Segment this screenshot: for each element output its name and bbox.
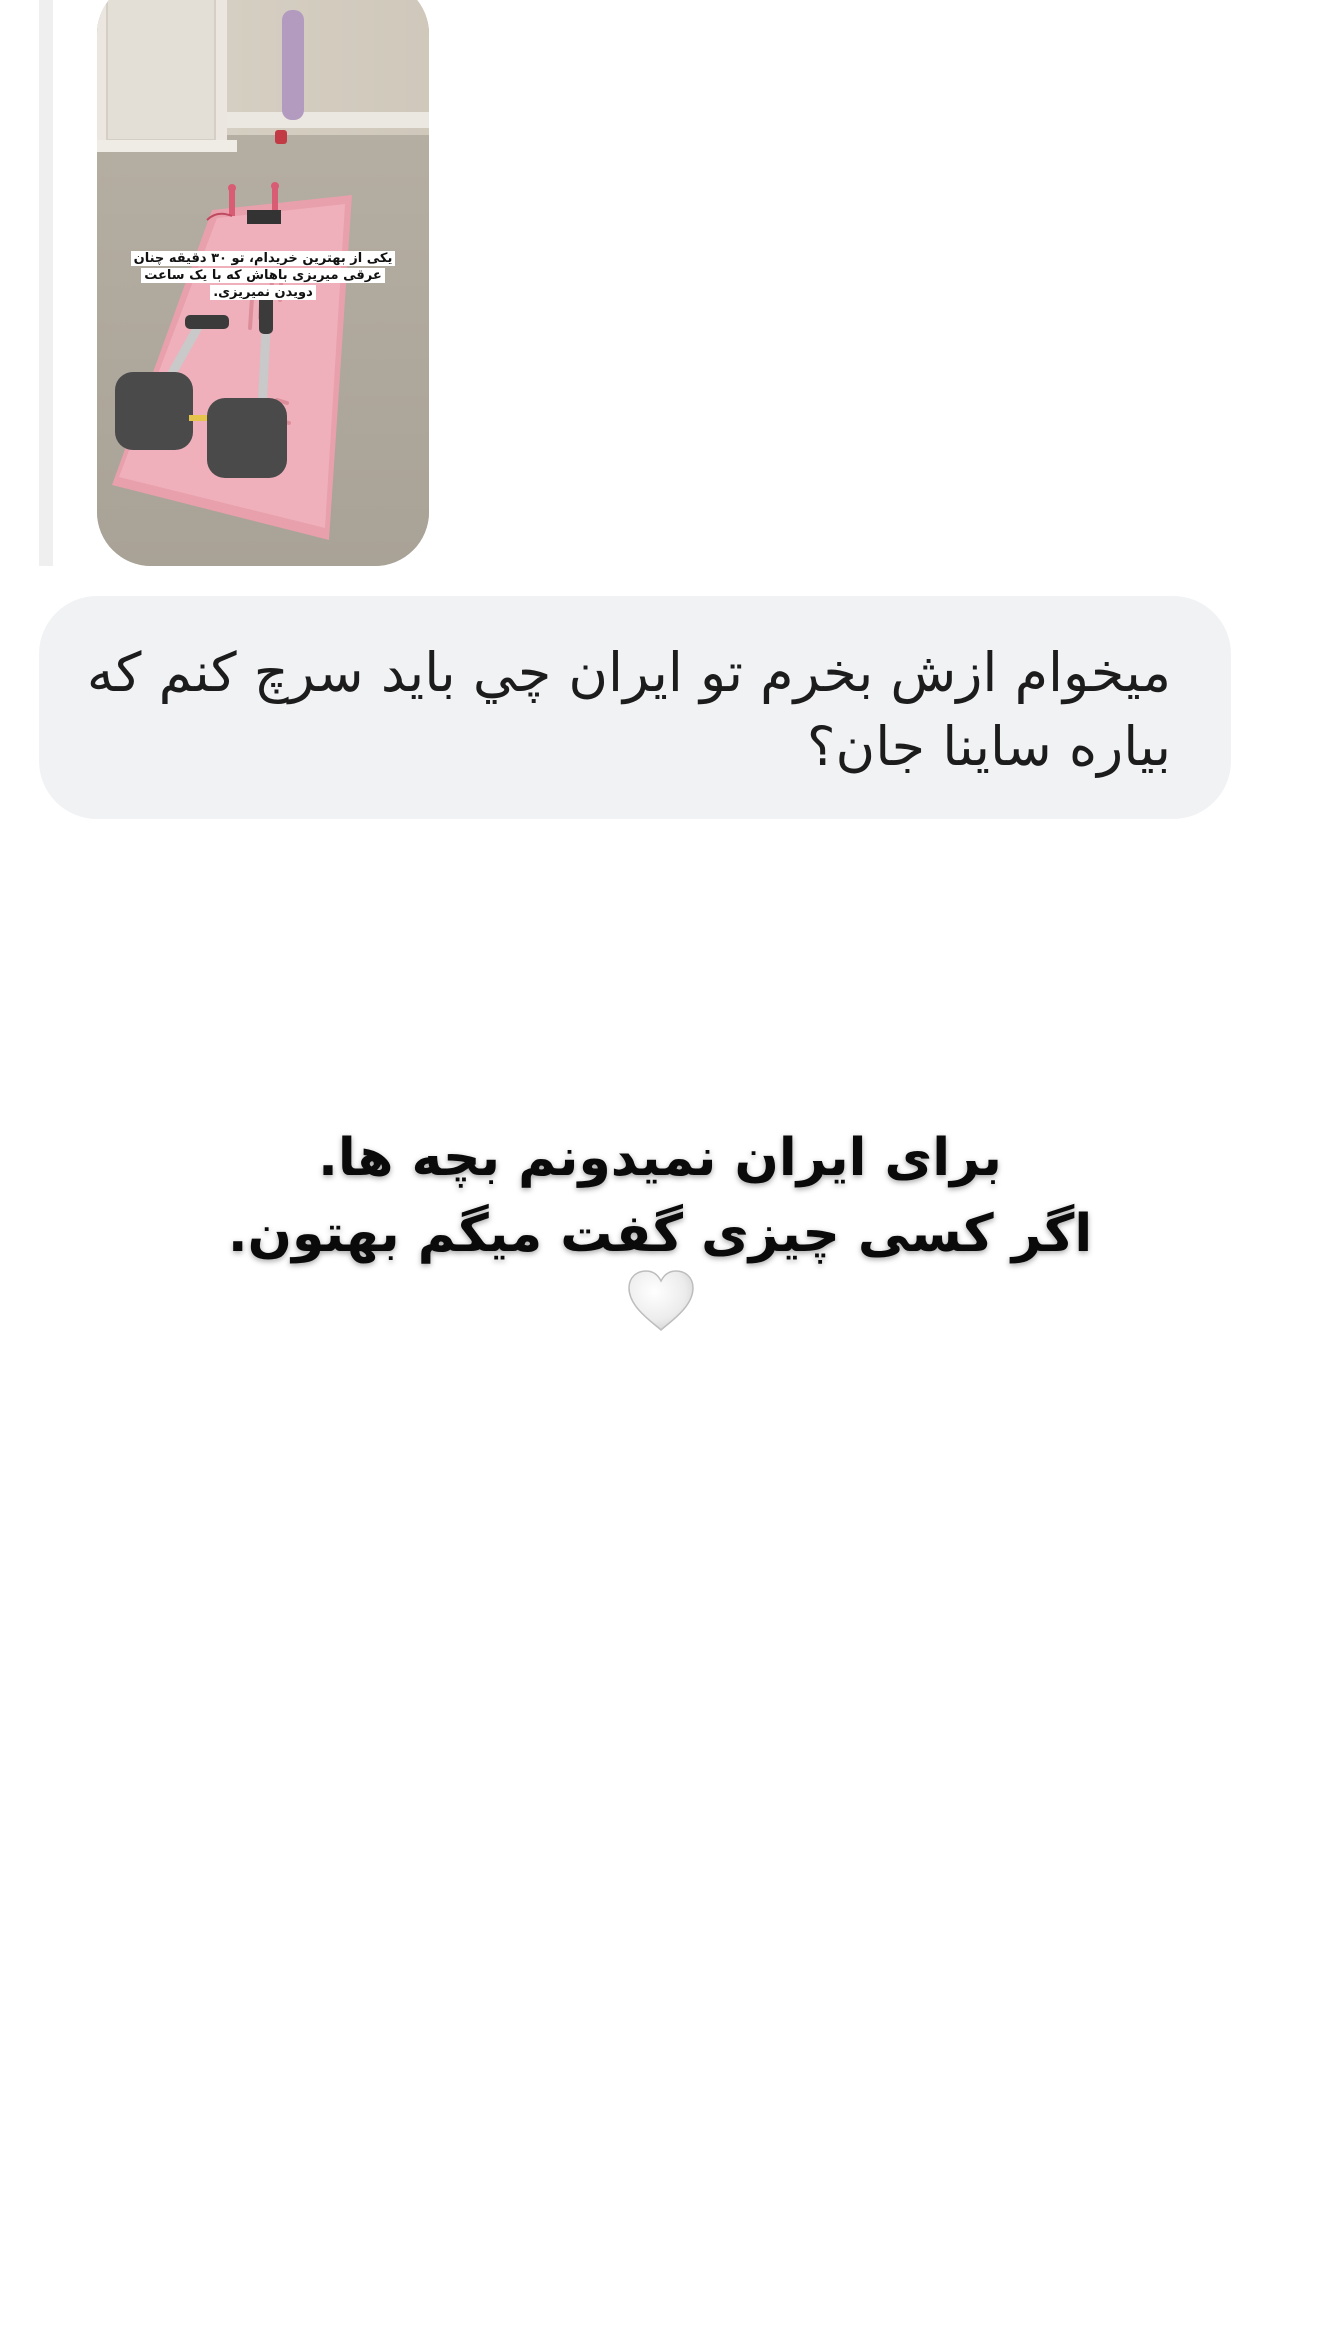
image-caption: یکی از بهترین خریدام، تو ۳۰ دقیقه چنان ع…	[107, 250, 419, 301]
story-line-1: برای ایران نمیدونم بچه ها.	[318, 1128, 1002, 1188]
white-heart-icon	[628, 1270, 694, 1332]
story-reply-screen: یکی از بهترین خریدام، تو ۳۰ دقیقه چنان ع…	[0, 0, 1320, 2346]
image-caption-line-3: دویدن نمیریزی.	[210, 285, 316, 300]
story-line-2: اگر کسی چیزی گفت میگم بهتون.	[227, 1204, 1093, 1264]
message-text: میخوام ازش بخرم تو ایران چي باید سرچ کنم…	[86, 641, 1171, 778]
reply-quote-bar	[39, 0, 53, 566]
image-caption-line-1: یکی از بهترین خریدام، تو ۳۰ دقیقه چنان	[130, 251, 396, 266]
story-overlay-text: برای ایران نمیدونم بچه ها. اگر کسی چیزی …	[160, 1120, 1160, 1272]
shared-post-thumbnail[interactable]: یکی از بهترین خریدام، تو ۳۰ دقیقه چنان ع…	[97, 0, 429, 566]
image-caption-line-2: عرقی میریزی باهاش که با یک ساعت	[141, 268, 385, 283]
message-bubble[interactable]: میخوام ازش بخرم تو ایران چي باید سرچ کنم…	[39, 596, 1231, 819]
